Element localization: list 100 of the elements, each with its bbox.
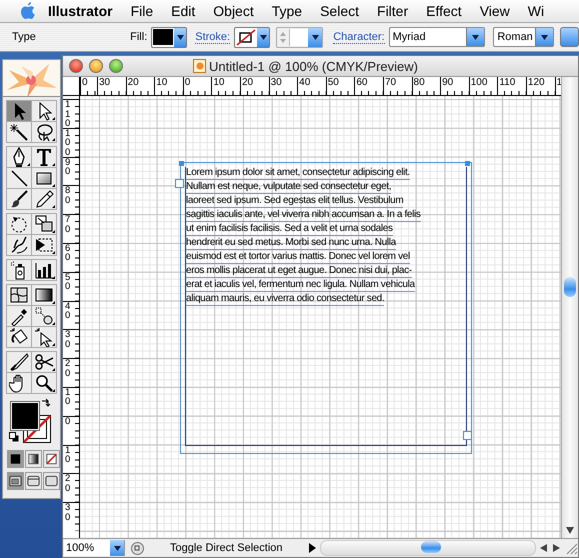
text-line: sagittis iaculis ante, vel viverra nibh accumsan a. In a felis [186,208,421,222]
ruler-label: 30 [270,77,282,88]
tool-button[interactable] [32,327,56,347]
paint-mode-button[interactable] [25,450,42,468]
tool-button[interactable] [32,147,56,167]
text-line: Lorem ipsum dolor sit amet, consectetur adipiscing elit. [186,166,410,180]
tool-button[interactable] [32,260,56,280]
scroll-thumb[interactable] [420,541,441,553]
ruler-label: 20 [65,359,70,378]
text-line: erat et iaculis vel, fermentum nec ligula. Nullam vehicula [186,278,415,292]
ruler-label: 60 [356,77,368,88]
ruler-label: 30 [65,330,70,350]
caret-icon [312,34,319,40]
menu-item[interactable]: Wi [518,3,554,19]
tool-button[interactable] [7,306,31,326]
horizontal-scrollbar[interactable] [320,540,536,556]
screen-mode-button[interactable] [7,472,24,490]
menu-item[interactable]: Type [262,3,312,19]
caret-icon [472,34,480,40]
app-menu[interactable]: Illustrator [36,3,122,19]
tool-button[interactable] [7,327,31,347]
tool-button[interactable] [7,101,31,121]
caret-icon [260,34,267,40]
paint-mode-button[interactable] [43,450,60,468]
right-arrow-icon[interactable] [553,544,560,552]
menu-item[interactable]: File [122,3,162,19]
ruler-label: 110 [499,77,516,88]
vertical-scrollbar[interactable] [561,77,578,538]
blend-icon [34,306,54,326]
zoom-button[interactable] [109,59,123,73]
close-button[interactable] [69,59,83,73]
tool-button[interactable] [32,101,56,121]
left-arrow-icon[interactable] [540,544,547,552]
fill-swatch[interactable] [151,26,188,48]
ruler-label: 70 [384,77,396,88]
menu-item[interactable]: Filter [368,3,418,19]
tool-button[interactable] [7,189,31,209]
apple-icon[interactable] [20,2,36,20]
tool-button[interactable] [32,373,56,393]
brush-icon [9,189,29,209]
font-style-field[interactable]: Roman [493,27,554,47]
ruler-label: 110 [65,100,70,128]
tool-button[interactable] [7,352,31,372]
tool-button[interactable] [7,214,31,234]
out-port-handle[interactable] [463,431,472,440]
ruler-label: 0 [82,77,88,88]
full-screen-menu-icon [26,473,41,489]
selection-handle[interactable] [179,161,184,166]
stroke-link[interactable]: Stroke: [195,30,230,44]
character-link[interactable]: Character: [333,30,385,44]
scroll-thumb[interactable] [564,277,576,297]
ruler-label: 50 [65,272,70,292]
default-colors-icon[interactable] [9,432,19,442]
status-icon[interactable] [131,542,144,554]
menu-item[interactable]: Select [311,3,368,19]
minimize-button[interactable] [89,59,103,73]
tool-button[interactable] [32,168,56,188]
menu-item[interactable]: Edit [162,3,204,19]
tool-button[interactable] [7,235,31,255]
menu-item[interactable]: Effect [417,3,471,19]
tool-button[interactable] [7,260,31,280]
stroke-swatch[interactable] [234,26,270,48]
standard-screen-icon [8,473,23,489]
in-port-handle[interactable] [175,179,184,188]
tool-button[interactable] [32,189,56,209]
tool-button[interactable] [32,235,56,255]
tool-button[interactable] [32,214,56,234]
paint-mode-button[interactable] [7,450,24,468]
fill-color-box[interactable] [11,402,39,430]
tool-button[interactable] [32,352,56,372]
tool-button[interactable] [7,168,31,188]
ruler-label: 30 [65,503,70,522]
selection-handle[interactable] [465,161,470,166]
mesh-icon [9,285,29,305]
tool-button[interactable] [32,306,56,326]
menu-arrow-icon[interactable] [308,543,316,553]
screen-mode-button[interactable] [43,472,60,490]
zoom-field[interactable]: 100% [64,540,125,556]
tool-button[interactable] [7,285,31,305]
mode-label: Type [12,31,37,43]
ruler-label: 10 [156,77,168,88]
tool-button[interactable] [7,147,31,167]
menu-item[interactable]: Object [204,3,263,19]
stepper-button[interactable] [560,27,579,47]
stroke-weight-field[interactable] [276,26,324,48]
scissors-icon [34,352,54,372]
resize-grip-icon[interactable] [564,541,578,555]
text-line: laoreet sed ipsum. Sed egestas elit tellus. Vestibulum [186,194,404,208]
tool-button[interactable] [7,373,31,393]
text-line: hendrerit eu sed metus. Morbi sed nunc urna. Nulla [186,236,396,250]
screen-mode-button[interactable] [25,472,42,490]
menu-item[interactable]: View [470,3,519,19]
tool-button[interactable] [32,122,56,142]
down-arrow-icon[interactable] [566,527,574,534]
fill-label: Fill: [130,31,148,43]
swap-icon[interactable] [41,398,51,408]
tool-button[interactable] [32,285,56,305]
tool-button[interactable] [7,122,31,142]
font-family-field[interactable]: Myriad [388,27,486,47]
ruler-label: 0 [184,77,190,88]
